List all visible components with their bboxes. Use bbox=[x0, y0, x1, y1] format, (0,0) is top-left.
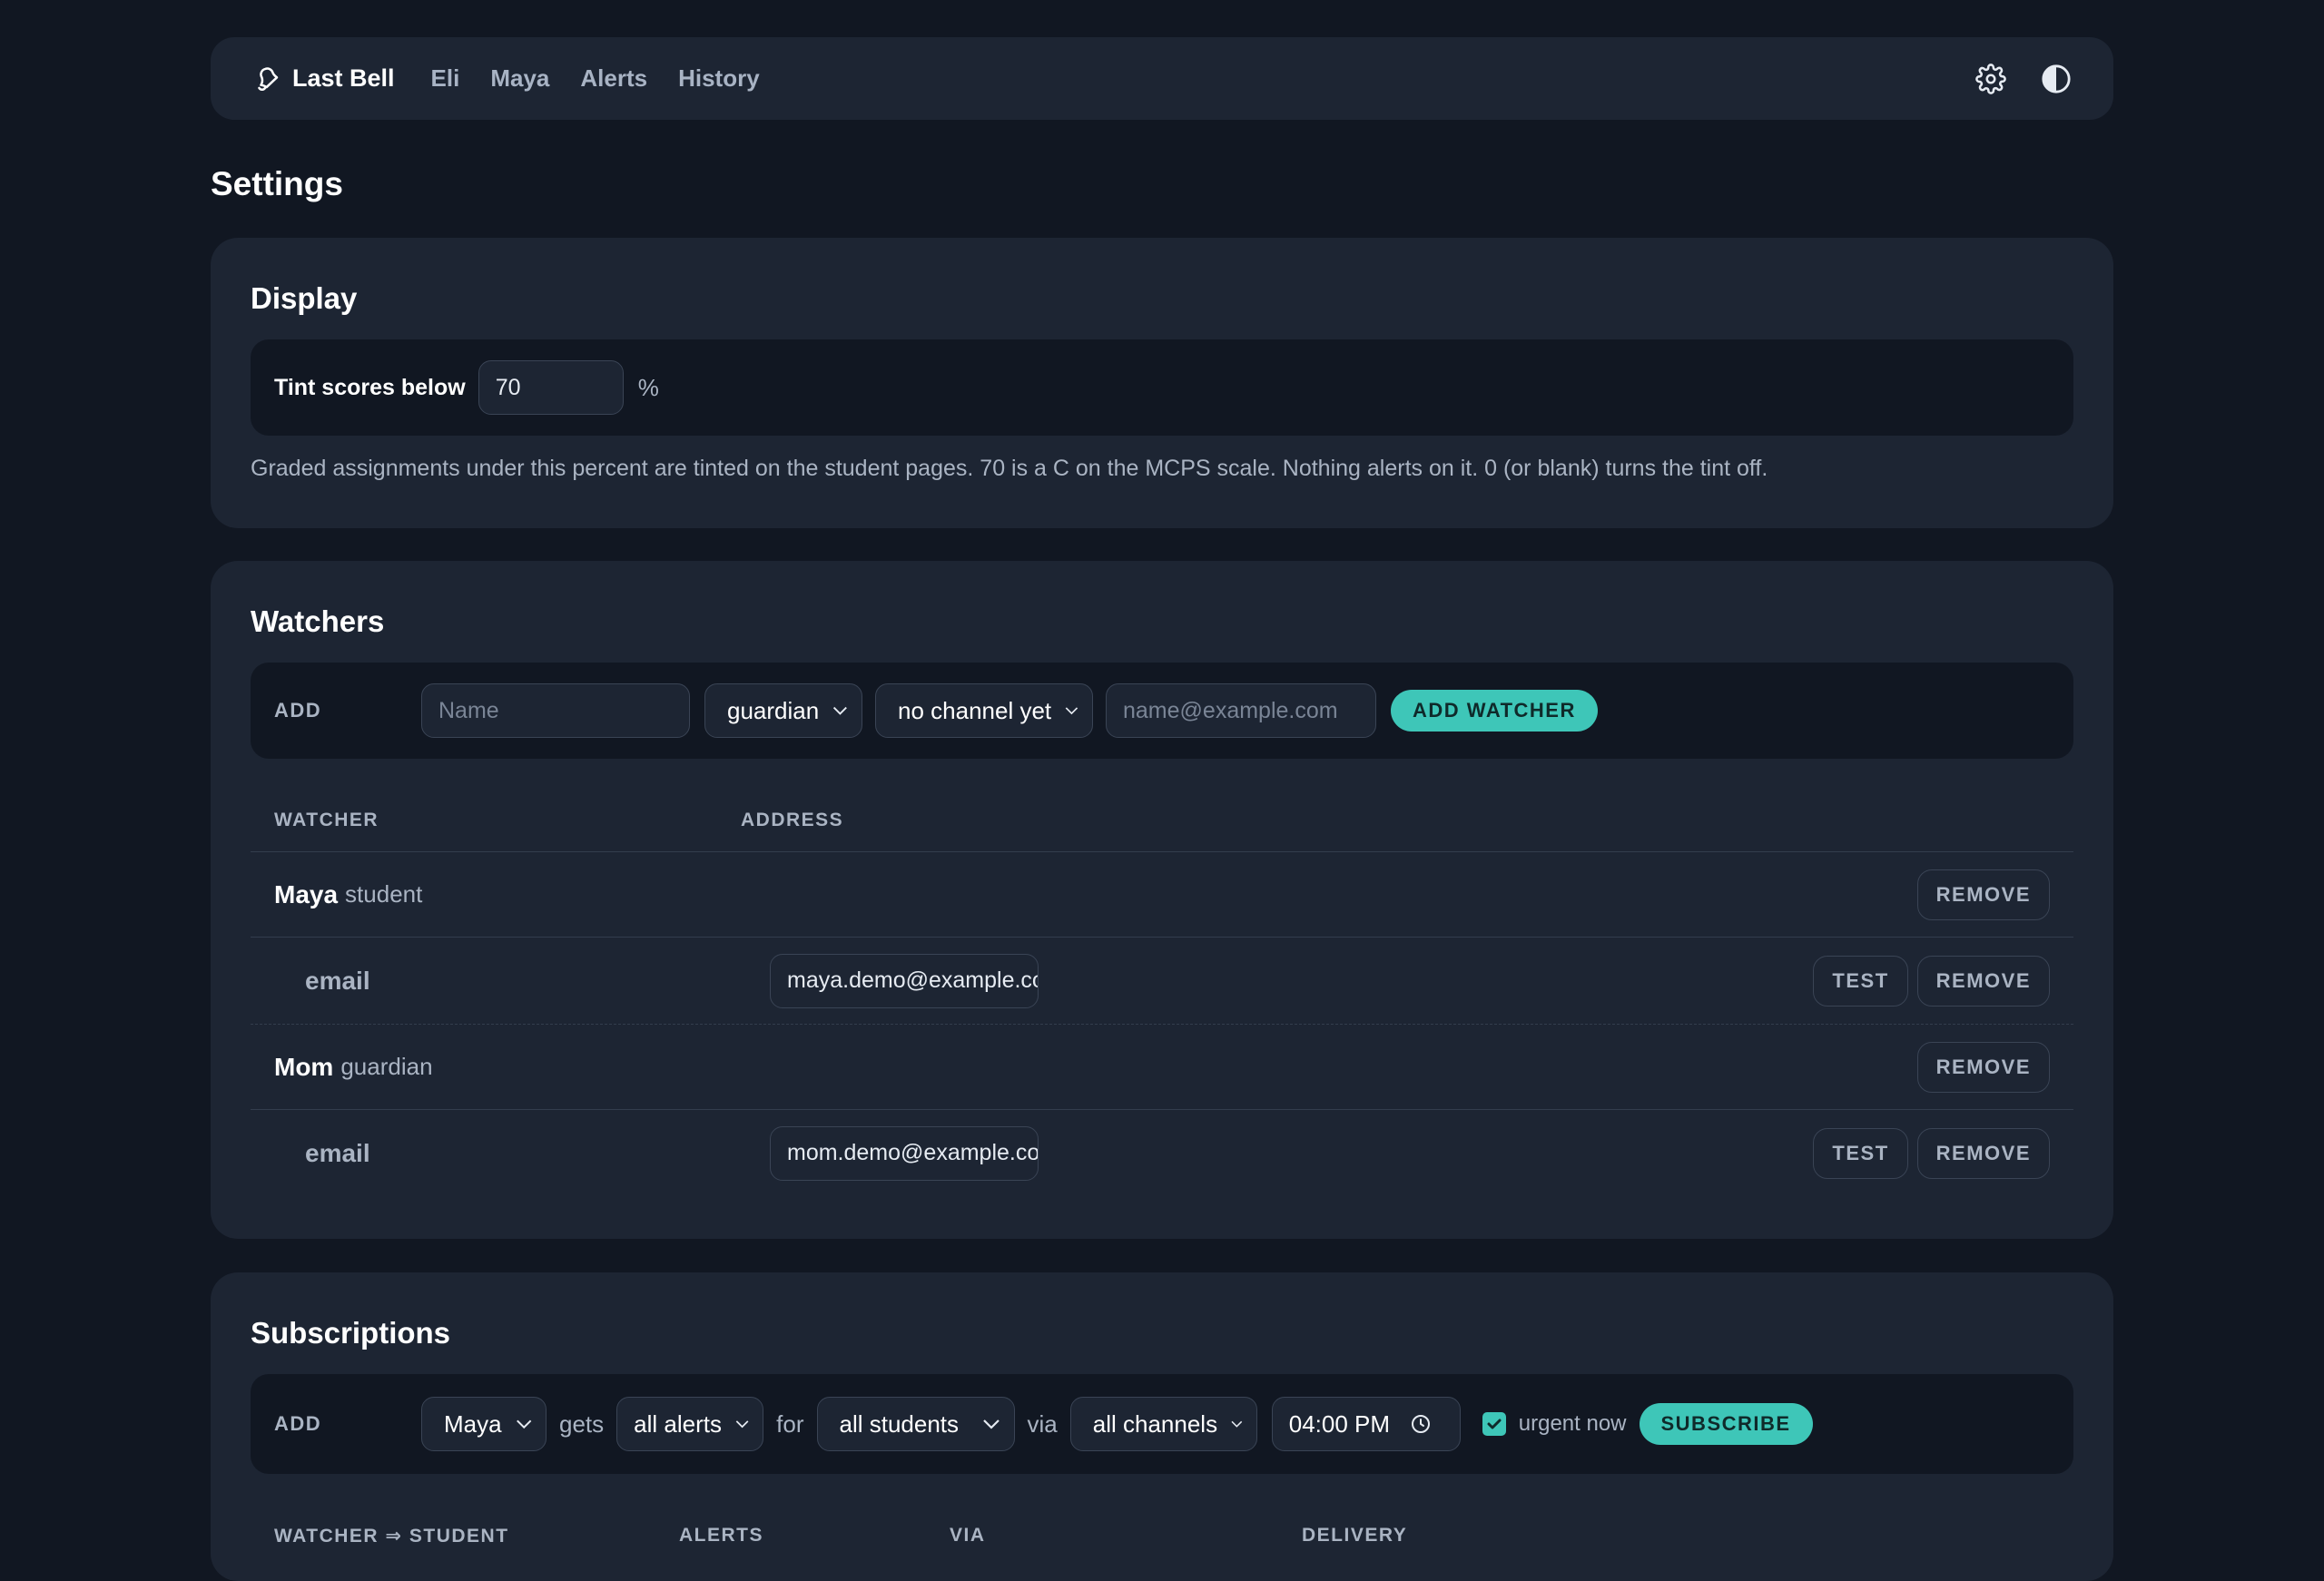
chevron-down-icon bbox=[735, 1420, 749, 1429]
remove-watcher-button[interactable]: REMOVE bbox=[1916, 869, 2050, 920]
theme-toggle-icon[interactable] bbox=[2041, 64, 2072, 94]
tint-help-text: Graded assignments under this percent ar… bbox=[251, 456, 1768, 481]
col-via: VIA bbox=[950, 1525, 986, 1546]
chevron-down-icon bbox=[1231, 1420, 1243, 1428]
brand[interactable]: Last Bell bbox=[252, 64, 395, 93]
nav-link-alerts[interactable]: Alerts bbox=[580, 64, 647, 93]
subscriptions-card: Subscriptions ADD Maya gets all alerts f… bbox=[211, 1272, 2113, 1581]
tint-input[interactable]: 70 bbox=[478, 360, 624, 415]
add-label: ADD bbox=[274, 699, 322, 722]
gear-icon[interactable] bbox=[1975, 63, 2006, 94]
address-input[interactable]: maya.demo@example.com bbox=[770, 953, 1039, 1008]
remove-channel-button[interactable]: REMOVE bbox=[1916, 1127, 2050, 1179]
gets-word: gets bbox=[559, 1409, 605, 1438]
add-subscription-bar: ADD Maya gets all alerts for all student… bbox=[251, 1374, 2073, 1474]
watcher-email-input[interactable]: name@example.com bbox=[1106, 683, 1376, 738]
via-word: via bbox=[1027, 1409, 1058, 1438]
channel-select[interactable]: no channel yet bbox=[875, 683, 1093, 738]
sub-alerts-select[interactable]: all alerts bbox=[616, 1397, 764, 1451]
check-icon bbox=[1487, 1419, 1502, 1429]
tint-label: Tint scores below bbox=[274, 374, 466, 400]
add-watcher-bar: ADD Name guardian no channel yet name@ex… bbox=[251, 663, 2073, 759]
urgent-label: urgent now bbox=[1518, 1411, 1627, 1436]
channel-type: email bbox=[305, 1138, 370, 1167]
watchers-card: Watchers ADD Name guardian no channel ye… bbox=[211, 561, 2113, 1239]
watcher-row: Mom guardian REMOVE bbox=[251, 1024, 2073, 1109]
chevron-down-icon bbox=[1065, 707, 1078, 715]
display-title: Display bbox=[251, 281, 358, 315]
nav-link-eli[interactable]: Eli bbox=[431, 64, 460, 93]
role-select[interactable]: guardian bbox=[704, 683, 862, 738]
watcher-row: Maya student REMOVE bbox=[251, 851, 2073, 937]
address-input[interactable]: mom.demo@example.com bbox=[770, 1125, 1039, 1181]
col-alerts: ALERTS bbox=[679, 1525, 763, 1546]
watcher-name: Mom bbox=[274, 1052, 334, 1081]
percent-sign: % bbox=[637, 373, 659, 401]
add-label: ADD bbox=[274, 1412, 322, 1435]
chevron-down-icon bbox=[516, 1419, 531, 1429]
tint-bar: Tint scores below 70 % bbox=[251, 339, 2073, 436]
remove-channel-button[interactable]: REMOVE bbox=[1916, 955, 2050, 1007]
nav-link-maya[interactable]: Maya bbox=[490, 64, 549, 93]
display-card: Display Tint scores below 70 % Graded as… bbox=[211, 238, 2113, 528]
bell-icon bbox=[258, 66, 279, 91]
urgent-checkbox[interactable] bbox=[1482, 1412, 1506, 1436]
subscriptions-title: Subscriptions bbox=[251, 1316, 451, 1350]
col-watcher-student: WATCHER ⇒ STUDENT bbox=[274, 1526, 509, 1547]
watcher-name: Maya bbox=[274, 879, 339, 908]
col-watcher: WATCHER bbox=[274, 810, 379, 830]
watcher-role: guardian bbox=[340, 1053, 433, 1080]
sub-channels-select[interactable]: all channels bbox=[1069, 1397, 1257, 1451]
watchers-title: Watchers bbox=[251, 604, 385, 638]
watcher-role: student bbox=[345, 880, 423, 908]
subscribe-button[interactable]: SUBSCRIBE bbox=[1639, 1403, 1813, 1445]
test-channel-button[interactable]: TEST bbox=[1813, 1127, 1908, 1179]
channel-row: email maya.demo@example.com TEST REMOVE bbox=[251, 937, 2073, 1024]
page-title: Settings bbox=[211, 165, 343, 202]
chevron-down-icon bbox=[982, 1419, 1000, 1429]
chevron-down-icon bbox=[833, 706, 848, 715]
top-nav: Last Bell Eli Maya Alerts History bbox=[211, 37, 2113, 120]
col-address: ADDRESS bbox=[741, 810, 844, 830]
delivery-time-input[interactable]: 04:00 PM bbox=[1271, 1397, 1461, 1451]
sub-watcher-select[interactable]: Maya bbox=[421, 1397, 547, 1451]
channel-type: email bbox=[305, 966, 370, 995]
clock-icon bbox=[1412, 1415, 1431, 1433]
nav-link-history[interactable]: History bbox=[678, 64, 760, 93]
channel-row: email mom.demo@example.com TEST REMOVE bbox=[251, 1109, 2073, 1196]
watcher-name-input[interactable]: Name bbox=[421, 683, 690, 738]
brand-name: Last Bell bbox=[292, 64, 395, 92]
remove-watcher-button[interactable]: REMOVE bbox=[1916, 1041, 2050, 1093]
test-channel-button[interactable]: TEST bbox=[1813, 955, 1908, 1007]
for-word: for bbox=[776, 1409, 804, 1438]
col-delivery: DELIVERY bbox=[1302, 1525, 1408, 1546]
sub-students-select[interactable]: all students bbox=[816, 1397, 1015, 1451]
add-watcher-button[interactable]: ADD WATCHER bbox=[1391, 690, 1598, 732]
